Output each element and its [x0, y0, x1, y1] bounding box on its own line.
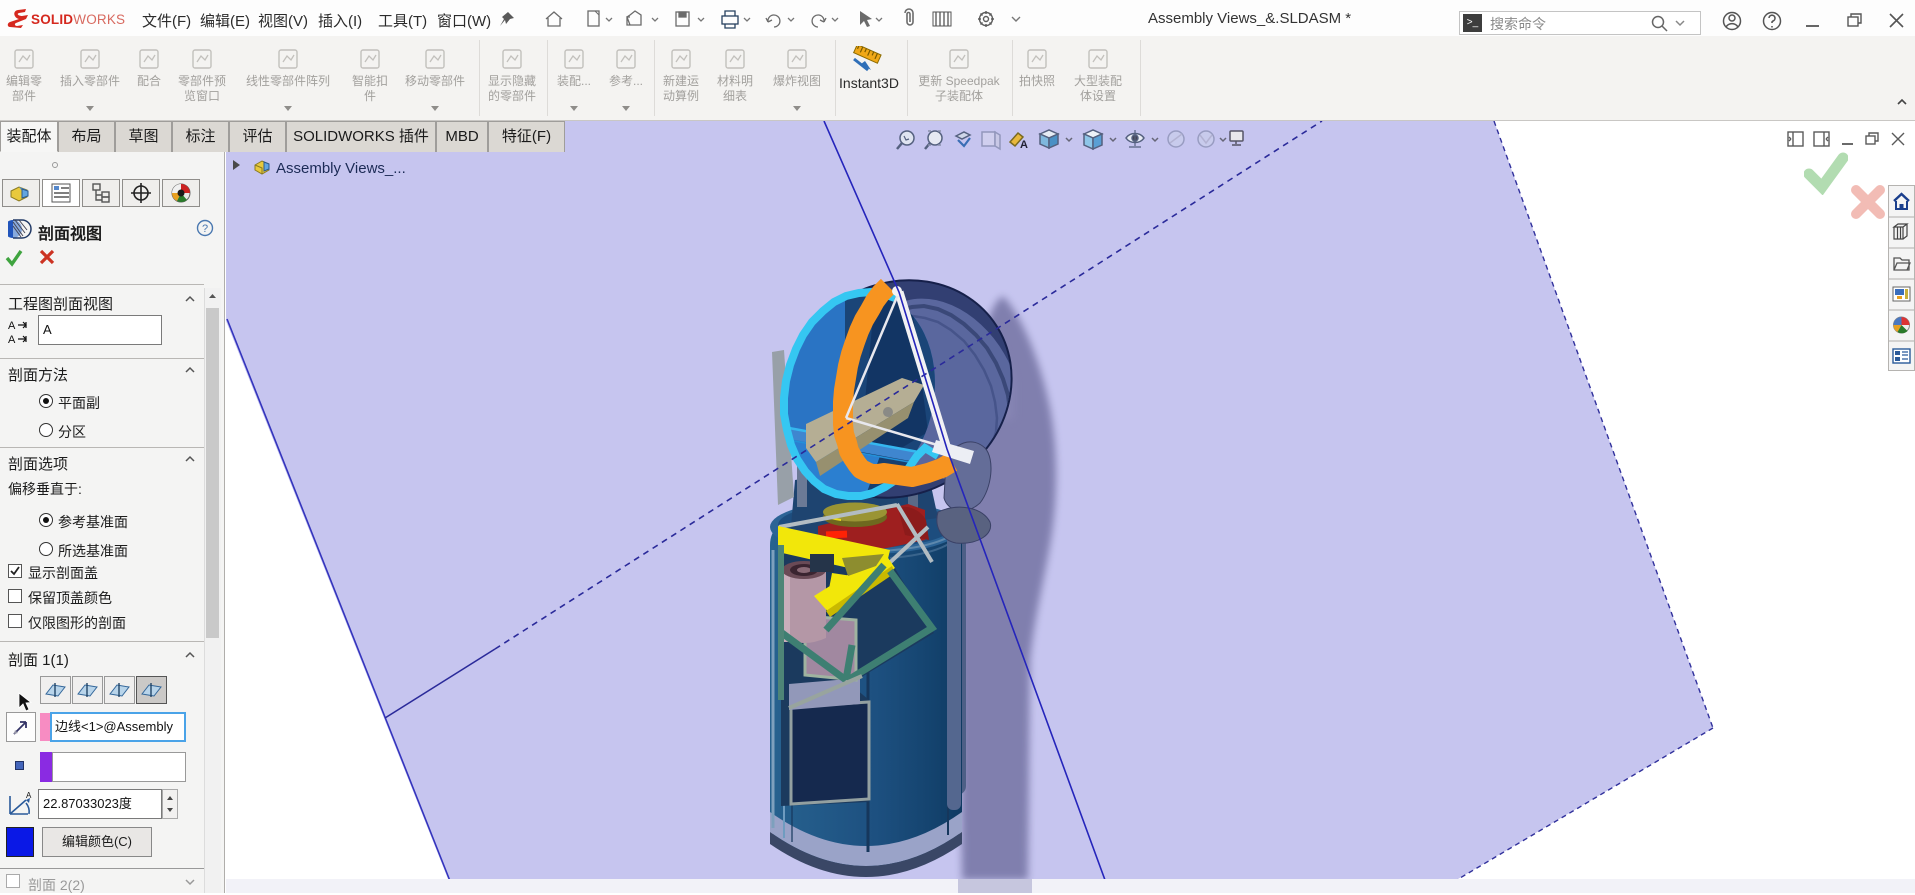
svg-text:?: ? — [202, 223, 208, 235]
svg-text:SOLIDWORKS: SOLIDWORKS — [31, 12, 125, 27]
svg-text:A: A — [8, 334, 16, 346]
svg-text:A: A — [8, 320, 16, 332]
svg-text:A: A — [26, 791, 32, 800]
